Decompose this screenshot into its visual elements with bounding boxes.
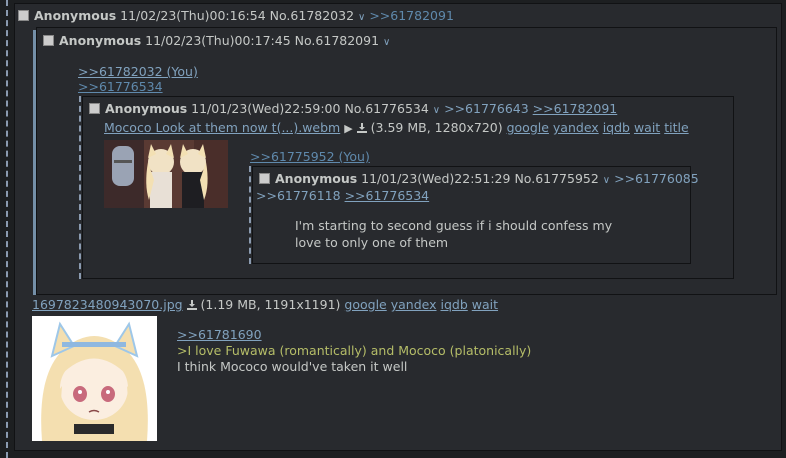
post-datetime: 11/01/23(Wed)22:51:29	[361, 171, 511, 186]
google-link[interactable]: google	[344, 297, 386, 312]
inline-post-header: Anonymous 11/01/23(Wed)22:59:00 No.61776…	[89, 101, 617, 116]
greentext-line: >I love Fuwawa (romantically) and Mococo…	[177, 343, 532, 358]
file-name-link[interactable]: Mococo Look at them now t(...).webm	[104, 120, 340, 135]
wait-link[interactable]: wait	[472, 297, 498, 312]
quote-link-you[interactable]: >>61782032 (You)	[78, 64, 198, 79]
checkbox-icon[interactable]	[259, 173, 270, 184]
post-comment: I think Mococo would've taken it well	[177, 359, 408, 374]
backlink[interactable]: >>61782091	[533, 101, 618, 116]
post-datetime: 11/02/23(Thu)00:16:54	[120, 8, 266, 23]
post-number[interactable]: No.61782091	[295, 33, 379, 48]
iqdb-link[interactable]: iqdb	[441, 297, 468, 312]
download-icon[interactable]	[186, 300, 197, 310]
quote-link-you[interactable]: >>61775952 (You)	[250, 149, 370, 164]
video-thumbnail[interactable]	[104, 140, 228, 208]
checkbox-icon[interactable]	[43, 35, 54, 46]
image-thumbnail[interactable]	[32, 316, 157, 441]
nested-post-header: Anonymous 11/01/23(Wed)22:51:29 No.61775…	[259, 171, 699, 186]
play-icon[interactable]: ▶	[344, 122, 352, 135]
yandex-link[interactable]: yandex	[553, 120, 599, 135]
post-datetime: 11/02/23(Thu)00:17:45	[145, 33, 291, 48]
iqdb-link[interactable]: iqdb	[603, 120, 630, 135]
thread-indent-marker	[6, 0, 10, 458]
chevron-down-icon[interactable]: ∨	[383, 37, 390, 48]
poster-name: Anonymous	[275, 171, 358, 186]
backlink[interactable]: >>61776118	[256, 188, 341, 203]
chevron-down-icon[interactable]: ∨	[358, 12, 365, 23]
backlink[interactable]: >>61776085	[614, 171, 699, 186]
nested-post: Anonymous 11/01/23(Wed)22:51:29 No.61775…	[252, 166, 699, 264]
poster-name: Anonymous	[34, 8, 117, 23]
download-icon[interactable]	[356, 123, 367, 133]
poster-name: Anonymous	[105, 101, 188, 116]
quote-link[interactable]: >>61776534	[78, 79, 163, 94]
checkbox-icon[interactable]	[18, 10, 29, 21]
google-link[interactable]: google	[507, 120, 549, 135]
quote-link[interactable]: >>61781690	[177, 327, 262, 342]
post-number[interactable]: No.61782032	[270, 8, 354, 23]
file-info: (3.59 MB, 1280x720)	[370, 120, 503, 135]
file-info: (1.19 MB, 1191x1191)	[200, 297, 341, 312]
outer-post-header: Anonymous 11/02/23(Thu)00:16:54 No.61782…	[18, 8, 454, 23]
post-number[interactable]: No.61775952	[514, 171, 598, 186]
file-name-link[interactable]: 1697823480943070.jpg	[32, 297, 183, 312]
chevron-down-icon[interactable]: ∨	[433, 105, 440, 116]
outer-file-info: 1697823480943070.jpg (1.19 MB, 1191x1191…	[32, 297, 498, 312]
backlink[interactable]: >>61776534	[345, 188, 430, 203]
backlink[interactable]: >>61776643	[444, 101, 529, 116]
yandex-link[interactable]: yandex	[391, 297, 437, 312]
inline-file-info: Mococo Look at them now t(...).webm ▶ (3…	[104, 120, 689, 135]
backlink[interactable]: >>61782091	[369, 8, 454, 23]
reply-post-header: Anonymous 11/02/23(Thu)00:17:45 No.61782…	[43, 33, 390, 48]
wait-link[interactable]: wait	[634, 120, 660, 135]
poster-name: Anonymous	[59, 33, 142, 48]
chevron-down-icon[interactable]: ∨	[603, 175, 610, 186]
post-comment: I'm starting to second guess if i should…	[295, 218, 613, 250]
title-link[interactable]: title	[664, 120, 688, 135]
post-datetime: 11/01/23(Wed)22:59:00	[191, 101, 341, 116]
post-number[interactable]: No.61776534	[344, 101, 428, 116]
checkbox-icon[interactable]	[89, 103, 100, 114]
